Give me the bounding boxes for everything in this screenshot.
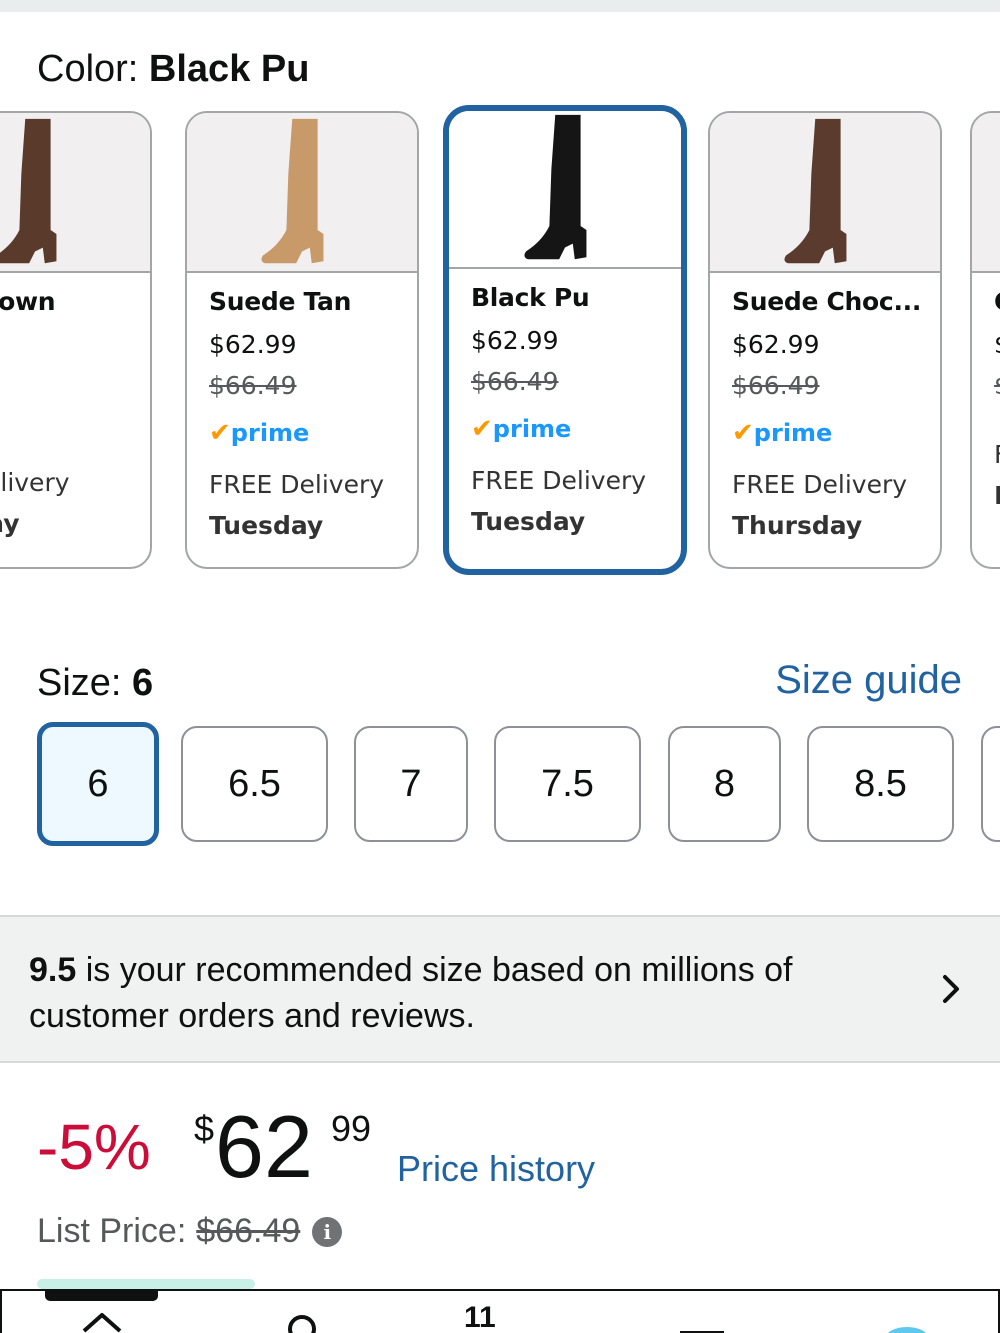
swatch-delivery-day: rsday <box>0 509 20 538</box>
swatch-info: Black Pu $62.99 $66.49 ✔ prime FREE Delivery T… <box>449 269 681 536</box>
home-icon[interactable] <box>80 1309 124 1333</box>
swatch-name: Black Pu <box>471 283 590 312</box>
size-option[interactable] <box>981 726 1000 842</box>
swatch-info: C $ $ FF <box>972 273 1000 510</box>
swatch-info: Suede Tan $62.99 $66.49 ✔ prime FREE Delivery… <box>187 273 417 540</box>
color-swatch[interactable]: o Brown .99 .49 me E Delivery rsday <box>0 111 152 569</box>
size-option[interactable]: 6 <box>37 722 159 846</box>
swatch-delivery: E Delivery <box>0 468 70 497</box>
swatch-name: C <box>994 287 1000 316</box>
boot-image <box>524 114 587 260</box>
prime-check-icon: ✔ <box>732 418 754 448</box>
discount-percent: -5% <box>37 1111 151 1183</box>
swatch-list-price: $ <box>994 371 1000 400</box>
size-label: Size: <box>37 662 133 704</box>
swatch-name: Suede Choc... <box>732 287 922 316</box>
bottom-navigation-bar: 11 <box>0 1289 1000 1333</box>
color-swatch[interactable]: C $ $ FF <box>970 111 1000 569</box>
swatch-delivery-day: Tuesday <box>471 507 586 536</box>
size-option[interactable]: 8 <box>668 726 781 842</box>
list-price-value: $66.49 <box>196 1212 301 1250</box>
prime-badge: me <box>0 418 150 446</box>
assistant-icon[interactable] <box>882 1309 932 1333</box>
price-currency: $ <box>194 1108 215 1149</box>
color-swatch[interactable]: Suede Choc... $62.99 $66.49 ✔ prime FREE Deli… <box>708 111 942 569</box>
swatch-delivery: F <box>994 440 1000 469</box>
list-price-label: List Price: <box>37 1212 187 1250</box>
chevron-right-icon[interactable] <box>936 969 966 1009</box>
size-guide-link[interactable]: Size guide <box>775 658 962 703</box>
swatch-price: $62.99 <box>471 326 559 355</box>
color-swatch-carousel[interactable]: o Brown .99 .49 me E Delivery rsday Suede Tan $… <box>0 105 1000 575</box>
nav-count: 11 <box>464 1301 496 1333</box>
price-history-link[interactable]: Price history <box>397 1148 595 1190</box>
cart-icon[interactable] <box>678 1309 726 1333</box>
prime-text: prime <box>230 419 310 447</box>
size-option[interactable]: 6.5 <box>181 726 328 842</box>
color-swatch[interactable]: Suede Tan $62.99 $66.49 ✔ prime FREE Delivery… <box>185 111 419 569</box>
prime-check-icon: ✔ <box>471 414 493 444</box>
color-value: Black Pu <box>148 48 310 90</box>
swatch-list-price: $66.49 <box>732 371 820 400</box>
recommendation-message: is your recommended size based on millio… <box>29 951 793 1035</box>
color-label: Color: <box>37 48 149 90</box>
price-fraction: 99 <box>331 1108 372 1149</box>
list-price: List Price: $66.49 i <box>37 1212 343 1251</box>
swatch-delivery-day: Tuesday <box>209 511 324 540</box>
prime-text: prime <box>753 419 833 447</box>
prime-check-icon: ✔ <box>209 418 231 448</box>
swatch-delivery-day: Thursday <box>732 511 863 540</box>
price-whole: 62 <box>215 1097 313 1196</box>
swatch-info: Suede Choc... $62.99 $66.49 ✔ prime FREE Deli… <box>710 273 940 540</box>
swatch-price: .99 <box>0 330 150 359</box>
swatch-price: $62.99 <box>732 330 820 359</box>
swatch-list-price: $66.49 <box>209 371 297 400</box>
swatch-delivery: FREE Delivery <box>209 470 385 499</box>
swatch-thumbnail <box>972 113 1000 273</box>
size-option[interactable]: 7 <box>354 726 468 842</box>
boot-image <box>261 118 324 264</box>
swatch-name: Suede Tan <box>209 287 352 316</box>
swatch-name: o Brown <box>0 287 56 316</box>
active-tab-indicator <box>45 1291 158 1301</box>
swatch-list-price: .49 <box>0 371 150 400</box>
top-divider <box>0 0 1000 12</box>
swatch-thumbnail <box>0 113 150 273</box>
account-icon[interactable]: 11 <box>464 1301 534 1333</box>
swatch-delivery: FREE Delivery <box>471 466 647 495</box>
size-heading: Size: 6 <box>37 662 153 705</box>
search-icon[interactable] <box>284 1309 324 1333</box>
swatch-thumbnail <box>710 113 940 273</box>
swatch-delivery-day: F <box>994 481 1000 510</box>
recommendation-text: 9.5 is your recommended size based on mi… <box>29 947 889 1039</box>
size-recommendation-banner[interactable]: 9.5 is your recommended size based on mi… <box>0 915 1000 1063</box>
size-option[interactable]: 7.5 <box>494 726 641 842</box>
boot-image <box>784 118 847 264</box>
swatch-price: $ <box>994 330 1000 359</box>
boot-image <box>0 118 57 264</box>
prime-text: prime <box>492 415 572 443</box>
prime-badge: ✔ prime <box>209 418 417 448</box>
swatch-thumbnail <box>187 113 417 273</box>
progress-accent-bar <box>37 1279 255 1289</box>
color-swatch[interactable]: Black Pu $62.99 $66.49 ✔ prime FREE Delivery T… <box>443 105 687 575</box>
swatch-info: o Brown .99 .49 me E Delivery rsday <box>0 273 150 538</box>
size-selector[interactable]: 6 6.5 7 7.5 8 8.5 <box>0 722 1000 848</box>
color-heading: Color: Black Pu <box>37 48 309 91</box>
prime-badge: ✔ prime <box>732 418 940 448</box>
size-option[interactable]: 8.5 <box>807 726 954 842</box>
size-value: 6 <box>132 662 154 704</box>
info-icon[interactable]: i <box>312 1216 343 1247</box>
swatch-list-price: $66.49 <box>471 367 559 396</box>
swatch-delivery: FREE Delivery <box>732 470 908 499</box>
recommended-size: 9.5 <box>29 951 77 989</box>
swatch-thumbnail <box>449 111 681 269</box>
swatch-price: $62.99 <box>209 330 297 359</box>
prime-badge: ✔ prime <box>471 414 681 444</box>
